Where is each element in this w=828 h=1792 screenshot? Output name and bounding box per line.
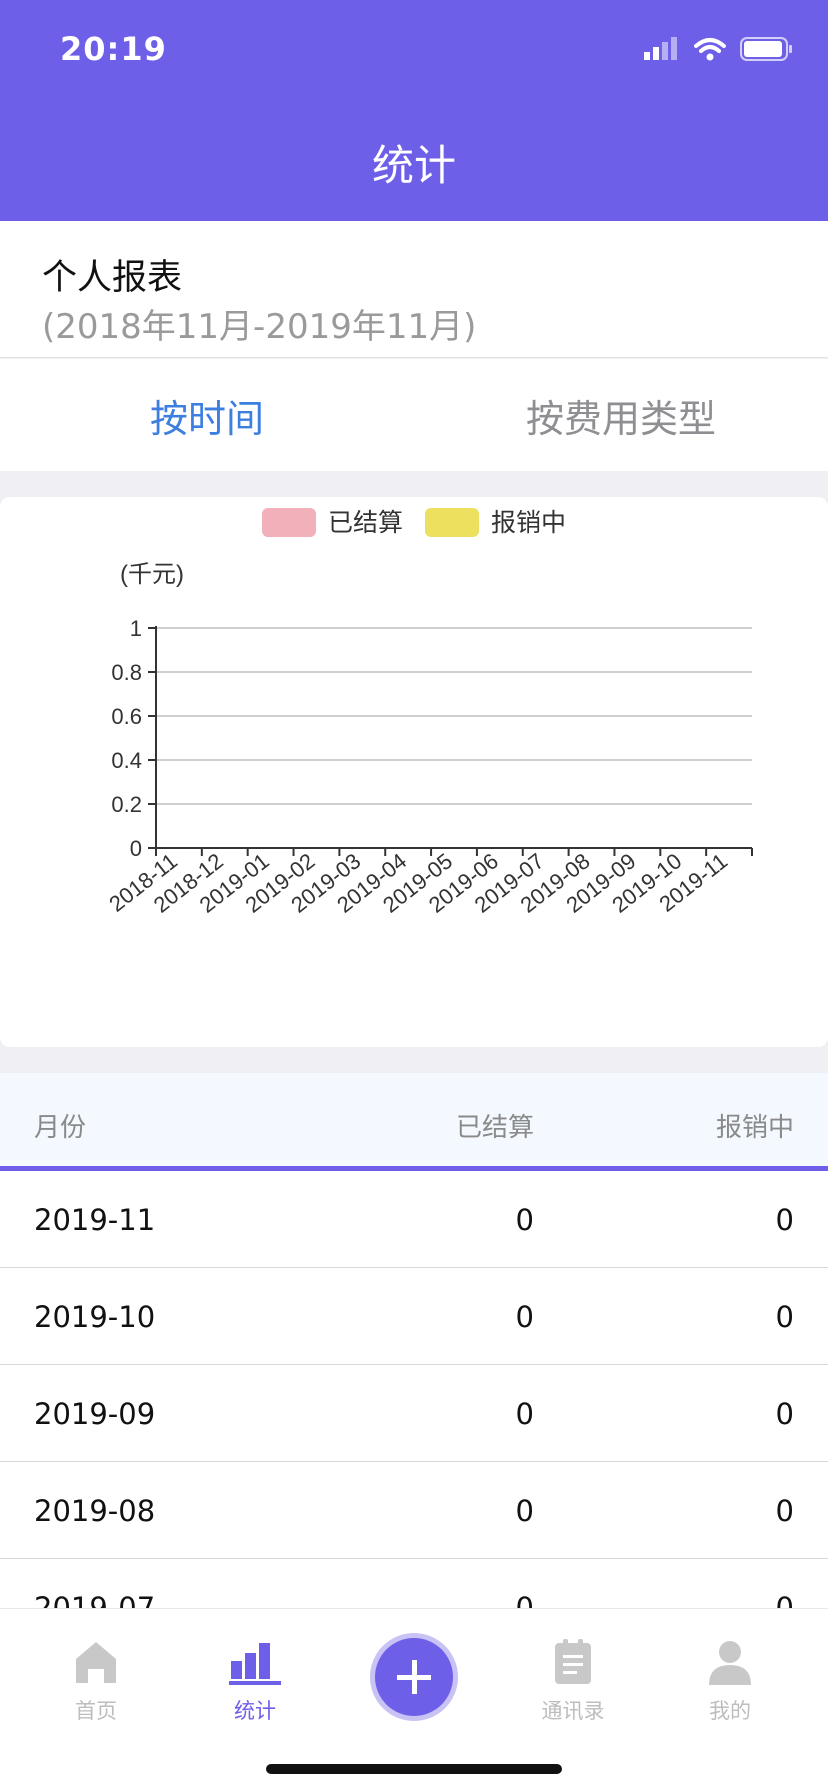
legend-swatch (425, 508, 479, 537)
cell-settled: 0 (515, 1494, 534, 1528)
cell-pending: 0 (775, 1591, 794, 1608)
report-tabs: 按时间 按费用类型 (0, 359, 828, 471)
y-tick-label: 0.2 (111, 792, 142, 817)
cell-settled: 0 (515, 1300, 534, 1334)
tab-by-expense-type[interactable]: 按费用类型 (414, 359, 828, 471)
plus-icon (397, 1660, 431, 1694)
table-body[interactable]: 2019-11 0 0 2019-10 0 0 2019-09 0 0 2019… (0, 1171, 828, 1608)
y-tick-label: 1 (130, 616, 142, 641)
y-tick-label: 0.4 (111, 748, 142, 773)
tabbar-label: 统计 (234, 1699, 276, 1723)
y-axis-unit-label: (千元) (120, 561, 184, 588)
report-section: 个人报表 (2018年11月-2019年11月) (0, 221, 828, 358)
column-header-settled: 已结算 (455, 1113, 534, 1143)
y-tick-label: 0.6 (111, 704, 142, 729)
tabbar-label: 首页 (75, 1699, 117, 1723)
bar-chart-icon (229, 1643, 281, 1685)
tabbar-label: 通讯录 (541, 1699, 605, 1723)
tabbar-item-me[interactable]: 我的 (670, 1639, 790, 1725)
column-header-pending: 报销中 (715, 1113, 794, 1143)
legend-label: 已结算 (328, 509, 403, 537)
tabbar-item-contacts[interactable]: 通讯录 (513, 1639, 633, 1725)
report-title: 个人报表 (42, 258, 183, 298)
legend-label: 报销中 (491, 509, 566, 537)
cell-month: 2019-09 (34, 1397, 156, 1431)
expense-chart: 已结算 报销中(千元)00.20.40.60.812018-112018-1220… (104, 508, 753, 918)
home-indicator (266, 1764, 562, 1774)
tabbar-item-stats[interactable]: 统计 (195, 1639, 315, 1725)
table-header: 月份 已结算 报销中 (0, 1073, 828, 1171)
add-button[interactable] (375, 1638, 453, 1716)
cell-pending: 0 (775, 1300, 794, 1334)
table-row: 2019-09 0 0 (0, 1365, 828, 1462)
tabbar-item-home[interactable]: 首页 (36, 1639, 156, 1725)
legend-swatch (262, 508, 316, 537)
wifi-icon (694, 38, 726, 61)
table-row: 2019-07 0 0 (0, 1559, 828, 1608)
cell-month: 2019-07 (34, 1591, 156, 1608)
y-tick-label: 0.8 (111, 660, 142, 685)
cell-month: 2019-11 (34, 1203, 156, 1237)
status-time: 20:19 (60, 30, 167, 68)
cell-month: 2019-10 (34, 1300, 156, 1334)
user-icon (709, 1641, 751, 1685)
cell-pending: 0 (775, 1494, 794, 1528)
cell-month: 2019-08 (34, 1494, 156, 1528)
battery-icon (740, 37, 792, 61)
chart-card: 已结算 报销中 (千元) 0 0.2 0.4 0.6 0.8 1 2018-11 2018-12 20… (0, 497, 828, 1047)
table-row: 2019-11 0 0 (0, 1171, 828, 1268)
cell-settled: 0 (515, 1591, 534, 1608)
signal-icon (644, 37, 677, 60)
home-icon (76, 1642, 116, 1683)
contacts-icon (555, 1639, 591, 1684)
table-row: 2019-08 0 0 (0, 1462, 828, 1559)
cell-settled: 0 (515, 1203, 534, 1237)
table-row: 2019-10 0 0 (0, 1268, 828, 1365)
tab-by-time[interactable]: 按时间 (0, 359, 414, 471)
y-tick-label: 0 (130, 836, 142, 861)
report-date-range: (2018年11月-2019年11月) (42, 307, 477, 347)
column-header-month: 月份 (34, 1113, 87, 1143)
page-title: 统计 (371, 141, 456, 190)
status-icons (644, 36, 794, 62)
cell-pending: 0 (775, 1397, 794, 1431)
cell-pending: 0 (775, 1203, 794, 1237)
app-header: 20:19 统计 (0, 0, 828, 221)
cell-settled: 0 (515, 1397, 534, 1431)
tabbar-label: 我的 (709, 1699, 751, 1723)
